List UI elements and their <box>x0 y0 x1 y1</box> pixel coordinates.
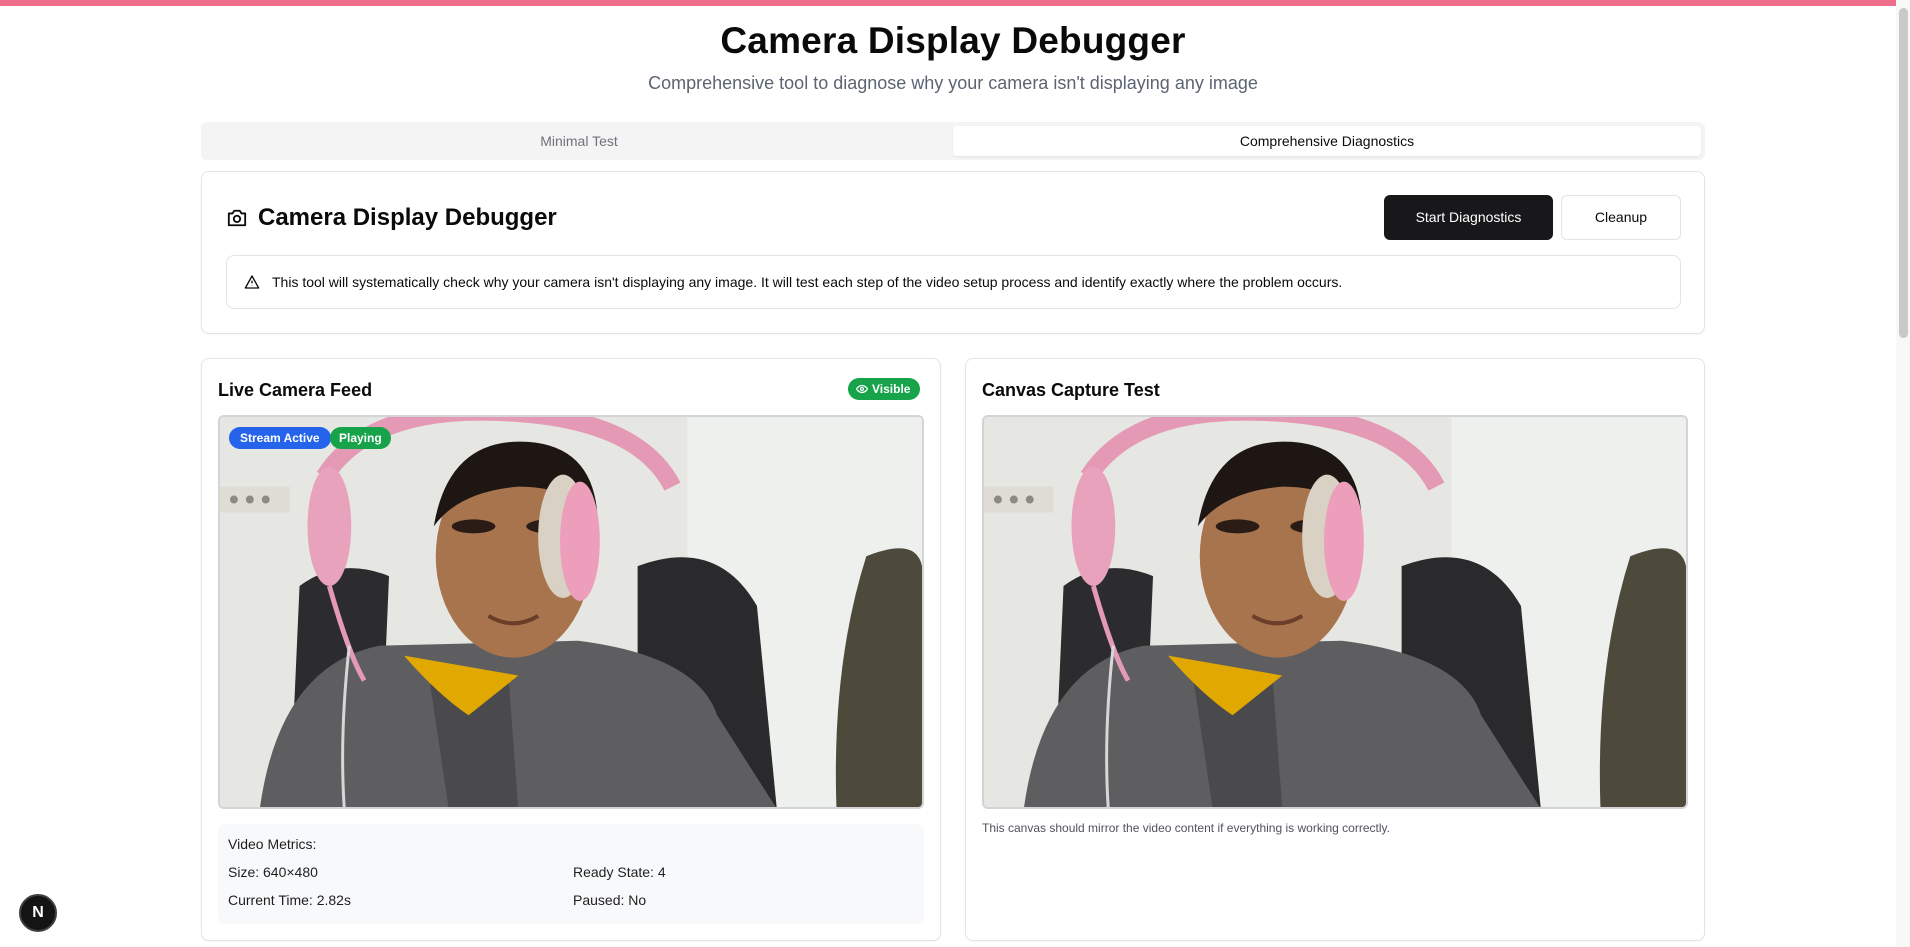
alert-text: This tool will systematically check why … <box>272 274 1343 290</box>
info-alert: This tool will systematically check why … <box>226 255 1681 309</box>
debugger-heading: Camera Display Debugger <box>226 204 557 232</box>
canvas-frame-image <box>984 417 1686 807</box>
metric-current-time: Current Time: 2.82s <box>228 892 351 908</box>
metric-ready-state: Ready State: 4 <box>573 864 666 880</box>
page-subtitle: Comprehensive tool to diagnose why your … <box>648 73 1258 93</box>
video-metrics-panel: Video Metrics: Size: 640×480 Current Tim… <box>218 824 924 924</box>
canvas-caption: This canvas should mirror the video cont… <box>982 821 1390 835</box>
dev-tools-badge[interactable]: N <box>19 894 57 932</box>
live-camera-feed-card: Live Camera Feed Visible Stream Active P… <box>201 358 941 941</box>
top-accent-bar <box>0 0 1910 6</box>
camera-icon <box>227 209 247 227</box>
stream-active-badge: Stream Active <box>229 427 331 449</box>
tab-list: Minimal Test Comprehensive Diagnostics <box>201 122 1705 160</box>
scrollbar[interactable] <box>1896 0 1910 947</box>
tab-comprehensive-diagnostics[interactable]: Comprehensive Diagnostics <box>953 126 1701 156</box>
warning-triangle-icon <box>244 275 260 289</box>
canvas-capture-title: Canvas Capture Test <box>982 380 1160 400</box>
page-title: Camera Display Debugger <box>720 20 1186 61</box>
video-metrics-title: Video Metrics: <box>228 836 317 852</box>
live-feed-title: Live Camera Feed <box>218 380 373 400</box>
visible-badge-label: Visible <box>872 382 911 396</box>
debugger-card: Camera Display Debugger Start Diagnostic… <box>201 171 1705 334</box>
metric-paused: Paused: No <box>573 892 647 908</box>
eye-icon <box>856 384 868 394</box>
debugger-title: Camera Display Debugger <box>258 204 557 231</box>
cleanup-button[interactable]: Cleanup <box>1561 195 1681 240</box>
tab-minimal-test[interactable]: Minimal Test <box>205 126 953 156</box>
metric-size: Size: 640×480 <box>228 864 318 880</box>
camera-video-frame <box>220 417 922 807</box>
canvas-capture-card: Canvas Capture Test This canvas should m… <box>965 358 1705 941</box>
capture-canvas <box>982 415 1688 809</box>
playing-badge: Playing <box>330 427 391 449</box>
visible-badge: Visible <box>848 378 921 400</box>
live-video[interactable]: Stream Active Playing <box>218 415 924 809</box>
start-diagnostics-button[interactable]: Start Diagnostics <box>1384 195 1553 240</box>
